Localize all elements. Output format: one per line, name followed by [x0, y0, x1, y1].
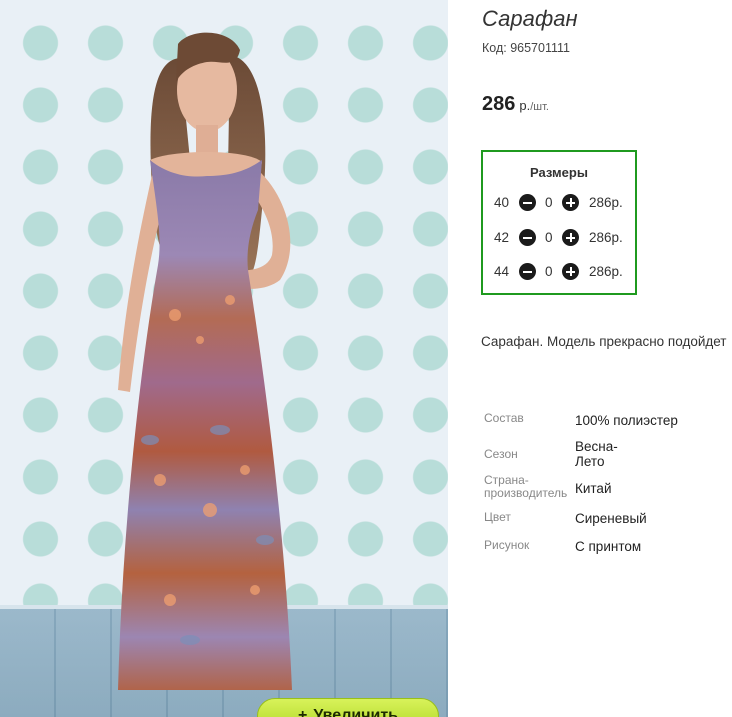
property-key: Сезон [484, 447, 518, 461]
product-price: 286 р./шт. [482, 93, 549, 116]
size-label: 44 [494, 264, 510, 279]
size-row: 40 0 286р. [483, 193, 635, 215]
size-row: 42 0 286р. [483, 228, 635, 250]
product-code: Код: 965701111 [482, 41, 570, 55]
minus-circle-icon[interactable] [519, 229, 536, 246]
plus-icon: + [297, 707, 308, 717]
price-value: 286 [482, 93, 516, 115]
price-currency: р. [519, 98, 531, 113]
minus-circle-icon[interactable] [519, 194, 536, 211]
size-quantity: 0 [545, 264, 553, 279]
plus-circle-icon[interactable] [562, 194, 579, 211]
size-quantity: 0 [545, 230, 553, 245]
property-value: С принтом [575, 539, 642, 554]
property-value: 100% полиэстер [575, 413, 678, 428]
plus-circle-icon[interactable] [562, 229, 579, 246]
size-row: 44 0 286р. [483, 262, 635, 284]
property-key: Состав [484, 411, 524, 425]
zoom-button-label: Увеличить [313, 707, 398, 717]
model-figure [118, 32, 292, 690]
size-quantity: 0 [545, 195, 553, 210]
property-key: Цвет [484, 510, 511, 524]
property-value: Весна-Лето [575, 439, 618, 469]
sizes-panel: Размеры 40 0 286р. 42 0 286р. 44 0 286р. [481, 150, 637, 295]
property-key: Рисунок [484, 538, 530, 552]
product-description: Сарафан. Модель прекрасно подойдет [481, 334, 727, 349]
product-title: Сарафан [482, 6, 578, 31]
plus-circle-icon[interactable] [562, 263, 579, 280]
property-value: Сиреневый [575, 511, 647, 526]
size-price: 286р. [589, 230, 623, 245]
size-price: 286р. [589, 195, 623, 210]
price-unit: /шт. [530, 101, 549, 113]
property-value: Китай [575, 481, 612, 496]
size-label: 40 [494, 195, 510, 210]
size-price: 286р. [589, 264, 623, 279]
size-label: 42 [494, 230, 510, 245]
zoom-button[interactable]: + Увеличить [257, 698, 439, 717]
property-key: Страна-производитель [484, 473, 568, 500]
minus-circle-icon[interactable] [519, 263, 536, 280]
sizes-heading: Размеры [530, 165, 588, 180]
product-photo[interactable]: + Увеличить [0, 0, 448, 717]
